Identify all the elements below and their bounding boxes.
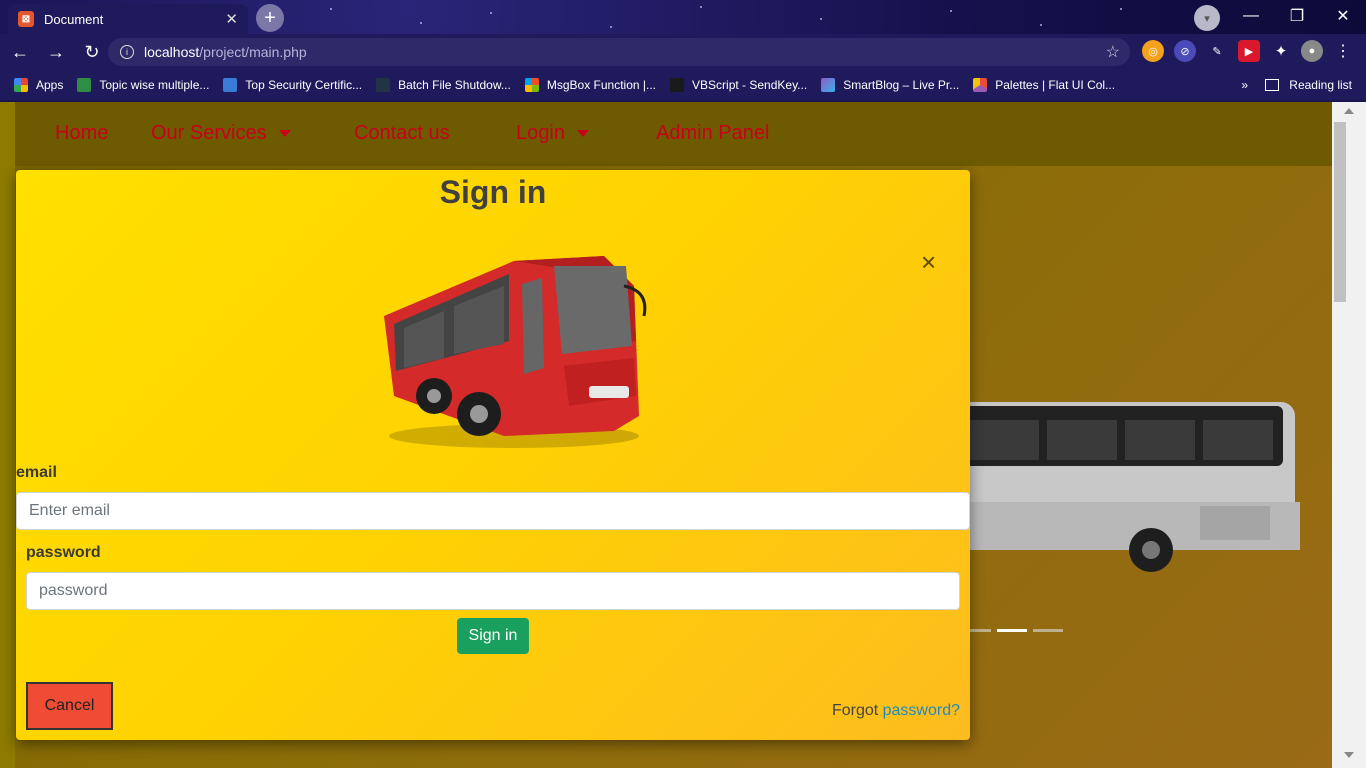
- password-field[interactable]: password: [26, 572, 960, 610]
- cancel-button[interactable]: Cancel: [26, 682, 113, 730]
- tab-search-icon[interactable]: ▾: [1194, 5, 1220, 31]
- bookmark-apps[interactable]: Apps: [14, 78, 63, 92]
- page-edge: [0, 102, 15, 768]
- bookmark-label: Apps: [36, 78, 64, 92]
- nav-login-dropdown[interactable]: Login: [516, 122, 589, 145]
- site-navbar: Home Our Services Contact us Login Admin…: [15, 102, 1332, 166]
- bookmark-item[interactable]: Batch File Shutdow...: [376, 78, 511, 92]
- extension-media-icon[interactable]: ▶: [1238, 40, 1260, 62]
- new-tab-button[interactable]: +: [256, 4, 284, 32]
- address-bar[interactable]: i localhost/project/main.php ☆: [108, 38, 1130, 66]
- tab-title: Document: [44, 11, 104, 27]
- url-host: localhost: [144, 44, 200, 60]
- extension-block-icon[interactable]: ⊘: [1174, 40, 1196, 62]
- certification-icon: [223, 78, 238, 92]
- nav-services-dropdown[interactable]: Our Services: [151, 122, 291, 145]
- reading-list-label: Reading list: [1289, 78, 1352, 92]
- email-field[interactable]: Enter email: [16, 492, 970, 530]
- forgot-text: Forgot: [831, 702, 883, 719]
- gfg-icon: [77, 78, 92, 92]
- reading-list-button[interactable]: Reading list: [1265, 78, 1352, 92]
- vbscript-icon: [670, 78, 685, 92]
- bookmark-label: Palettes | Flat UI Col...: [995, 78, 1116, 92]
- close-icon[interactable]: ×: [921, 249, 936, 275]
- page-scrollbar[interactable]: [1332, 102, 1366, 768]
- reading-list-icon: [1265, 79, 1280, 91]
- caret-down-icon: [576, 130, 589, 138]
- microsoft-icon: [524, 78, 539, 92]
- nav-admin-link[interactable]: Admin Panel: [656, 122, 769, 145]
- reload-icon[interactable]: ↻: [76, 36, 108, 68]
- apps-grid-icon: [14, 78, 28, 92]
- scroll-up-arrow-icon[interactable]: [1344, 108, 1354, 114]
- bookmark-item[interactable]: MsgBox Function |...: [524, 78, 657, 92]
- carousel-bus-image: [955, 402, 1300, 572]
- bookmark-item[interactable]: Topic wise multiple...: [77, 78, 209, 92]
- signin-modal: Sign in × email Enter email password pas…: [16, 170, 970, 740]
- red-bus-image: [384, 256, 647, 448]
- palettes-icon: [973, 78, 988, 92]
- bookmark-item[interactable]: Palettes | Flat UI Col...: [973, 78, 1115, 92]
- close-window-button[interactable]: ✕: [1320, 2, 1366, 30]
- forward-arrow-icon[interactable]: →: [40, 36, 72, 68]
- extensions-puzzle-icon[interactable]: ✦: [1270, 40, 1292, 62]
- carousel-indicator[interactable]: [1033, 629, 1063, 632]
- bookmark-star-icon[interactable]: ☆: [1106, 42, 1120, 62]
- scroll-down-arrow-icon[interactable]: [1344, 752, 1354, 758]
- forgot-password: Forgot password?: [832, 702, 960, 720]
- bookmark-label: VBScript - SendKey...: [692, 78, 808, 92]
- browser-menu-icon[interactable]: ⋮: [1332, 40, 1354, 62]
- bookmark-item[interactable]: VBScript - SendKey...: [670, 78, 807, 92]
- bookmark-label: SmartBlog – Live Pr...: [843, 78, 960, 92]
- bookmark-label: Topic wise multiple...: [99, 78, 210, 92]
- tab-close-icon[interactable]: ✕: [225, 10, 238, 28]
- extension-glasses-icon[interactable]: ◎: [1142, 40, 1164, 62]
- caret-down-icon: [278, 130, 291, 138]
- bookmark-label: Top Security Certific...: [245, 78, 363, 92]
- batch-file-icon: [376, 78, 391, 92]
- profile-avatar[interactable]: ●: [1301, 40, 1323, 62]
- bookmark-label: Batch File Shutdow...: [398, 78, 511, 92]
- minimize-button[interactable]: —: [1228, 2, 1274, 30]
- site-info-icon[interactable]: i: [120, 45, 134, 59]
- bookmarks-bar: Apps Topic wise multiple... Top Security…: [0, 70, 1366, 100]
- signin-button[interactable]: Sign in: [457, 618, 529, 654]
- carousel-indicator-active[interactable]: [997, 629, 1027, 632]
- bookmark-item[interactable]: SmartBlog – Live Pr...: [821, 78, 959, 92]
- bookmark-item[interactable]: Top Security Certific...: [223, 78, 362, 92]
- restore-button[interactable]: ❐: [1274, 2, 1320, 30]
- extension-pen-icon[interactable]: ✎: [1206, 40, 1228, 62]
- modal-title: Sign in: [439, 174, 547, 210]
- nav-home-link[interactable]: Home: [55, 122, 108, 145]
- bookmarks-overflow-button[interactable]: »: [1241, 78, 1248, 92]
- url-path: /project/main.php: [199, 44, 307, 60]
- nav-contact-link[interactable]: Contact us: [354, 122, 450, 145]
- password-label: password: [26, 544, 101, 561]
- back-arrow-icon[interactable]: ←: [4, 36, 36, 68]
- scrollbar-thumb[interactable]: [1334, 122, 1346, 302]
- nav-services-label: Our Services: [151, 122, 267, 144]
- bookmark-label: MsgBox Function |...: [546, 78, 657, 92]
- nav-login-label: Login: [516, 122, 565, 144]
- smartblog-icon: [821, 78, 836, 92]
- browser-tab[interactable]: ⊠ Document ✕: [8, 4, 248, 34]
- email-label: email: [16, 464, 57, 481]
- browser-tab-bar: ⊠ Document ✕ + ▾ — ❐ ✕: [0, 0, 1366, 34]
- xampp-favicon-icon: ⊠: [18, 11, 34, 27]
- forgot-password-link[interactable]: password?: [883, 702, 960, 719]
